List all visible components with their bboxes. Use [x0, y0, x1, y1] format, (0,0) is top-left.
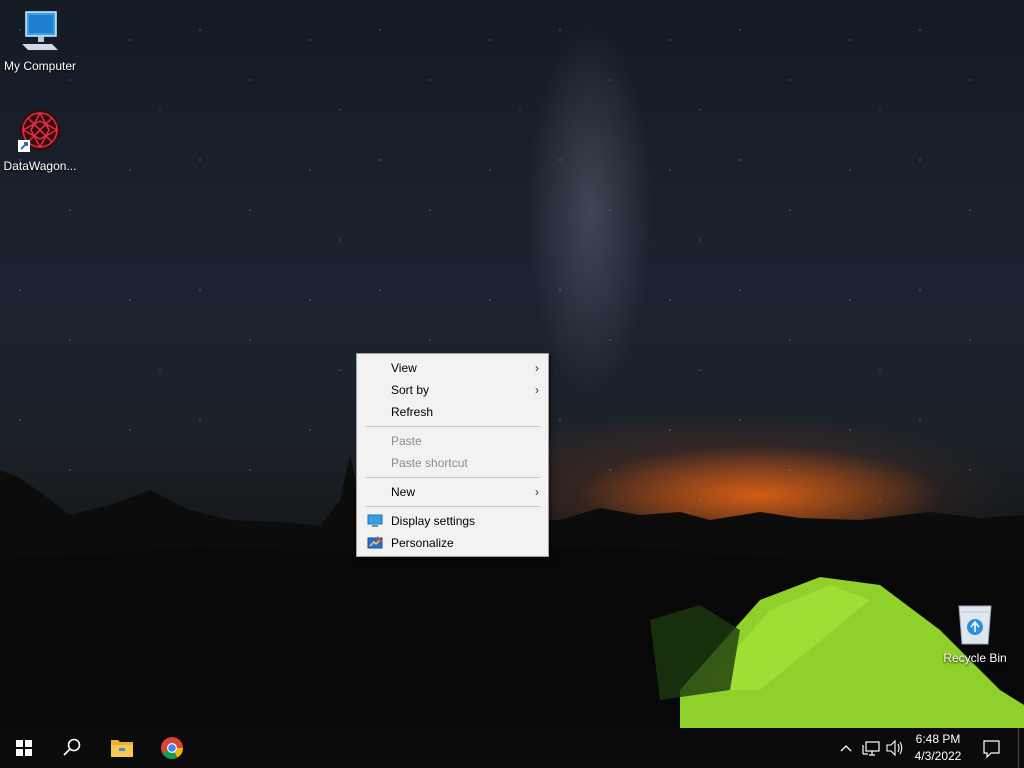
recycle-bin-icon	[958, 605, 992, 645]
menu-item-new[interactable]: New ›	[359, 481, 546, 503]
menu-item-paste-shortcut[interactable]: Paste shortcut	[359, 452, 546, 474]
volume-icon	[886, 739, 903, 757]
notifications-icon	[983, 740, 1000, 759]
menu-item-paste[interactable]: Paste	[359, 430, 546, 452]
menu-item-view[interactable]: View ›	[359, 357, 546, 379]
chrome-button[interactable]	[148, 728, 196, 768]
chevron-right-icon: ›	[535, 383, 539, 397]
desktop-icon-my-computer[interactable]: My Computer	[0, 10, 80, 73]
desktop-icon-recycle-bin[interactable]: Recycle Bin	[935, 602, 1015, 665]
desktop-icon-label: Recycle Bin	[943, 651, 1007, 665]
menu-item-refresh[interactable]: Refresh	[359, 401, 546, 423]
taskbar-clock[interactable]: 6:48 PM 4/3/2022	[908, 731, 968, 765]
start-button[interactable]	[0, 728, 48, 768]
menu-item-display-settings[interactable]: Display settings	[359, 510, 546, 532]
clock-date: 4/3/2022	[914, 749, 962, 763]
show-hidden-icons-button[interactable]	[836, 728, 856, 768]
search-icon	[63, 738, 81, 756]
file-explorer-button[interactable]	[98, 728, 146, 768]
start-icon	[16, 740, 32, 756]
menu-item-personalize[interactable]: Personalize	[359, 532, 546, 554]
desktop-icon-datawagon[interactable]: DataWagon...	[0, 108, 80, 173]
desktop[interactable]: My Computer DataWagon... Recycle Bin Vie…	[0, 0, 1024, 728]
chevron-up-icon	[840, 745, 852, 752]
chevron-right-icon: ›	[535, 361, 539, 375]
display-icon	[367, 514, 383, 527]
computer-icon	[22, 11, 58, 50]
clock-time: 6:48 PM	[915, 732, 961, 746]
network-button[interactable]	[860, 728, 882, 768]
action-center-button[interactable]	[976, 728, 1006, 768]
file-explorer-icon	[111, 740, 133, 757]
search-button[interactable]	[48, 728, 96, 768]
taskbar: 6:48 PM 4/3/2022	[0, 728, 1024, 768]
menu-separator	[365, 477, 540, 478]
menu-separator	[365, 426, 540, 427]
menu-separator	[365, 506, 540, 507]
menu-item-sort-by[interactable]: Sort by ›	[359, 379, 546, 401]
network-icon	[862, 741, 880, 756]
desktop-icon-label: DataWagon...	[3, 159, 77, 173]
personalize-icon	[367, 536, 383, 549]
volume-button[interactable]	[884, 728, 906, 768]
desktop-icon-label: My Computer	[3, 59, 77, 73]
chrome-icon	[161, 737, 183, 759]
desktop-context-menu: View › Sort by › Refresh Paste Paste sho…	[356, 353, 549, 557]
datawagon-icon	[18, 110, 60, 152]
show-desktop-button[interactable]	[1018, 728, 1024, 768]
chevron-right-icon: ›	[535, 485, 539, 499]
